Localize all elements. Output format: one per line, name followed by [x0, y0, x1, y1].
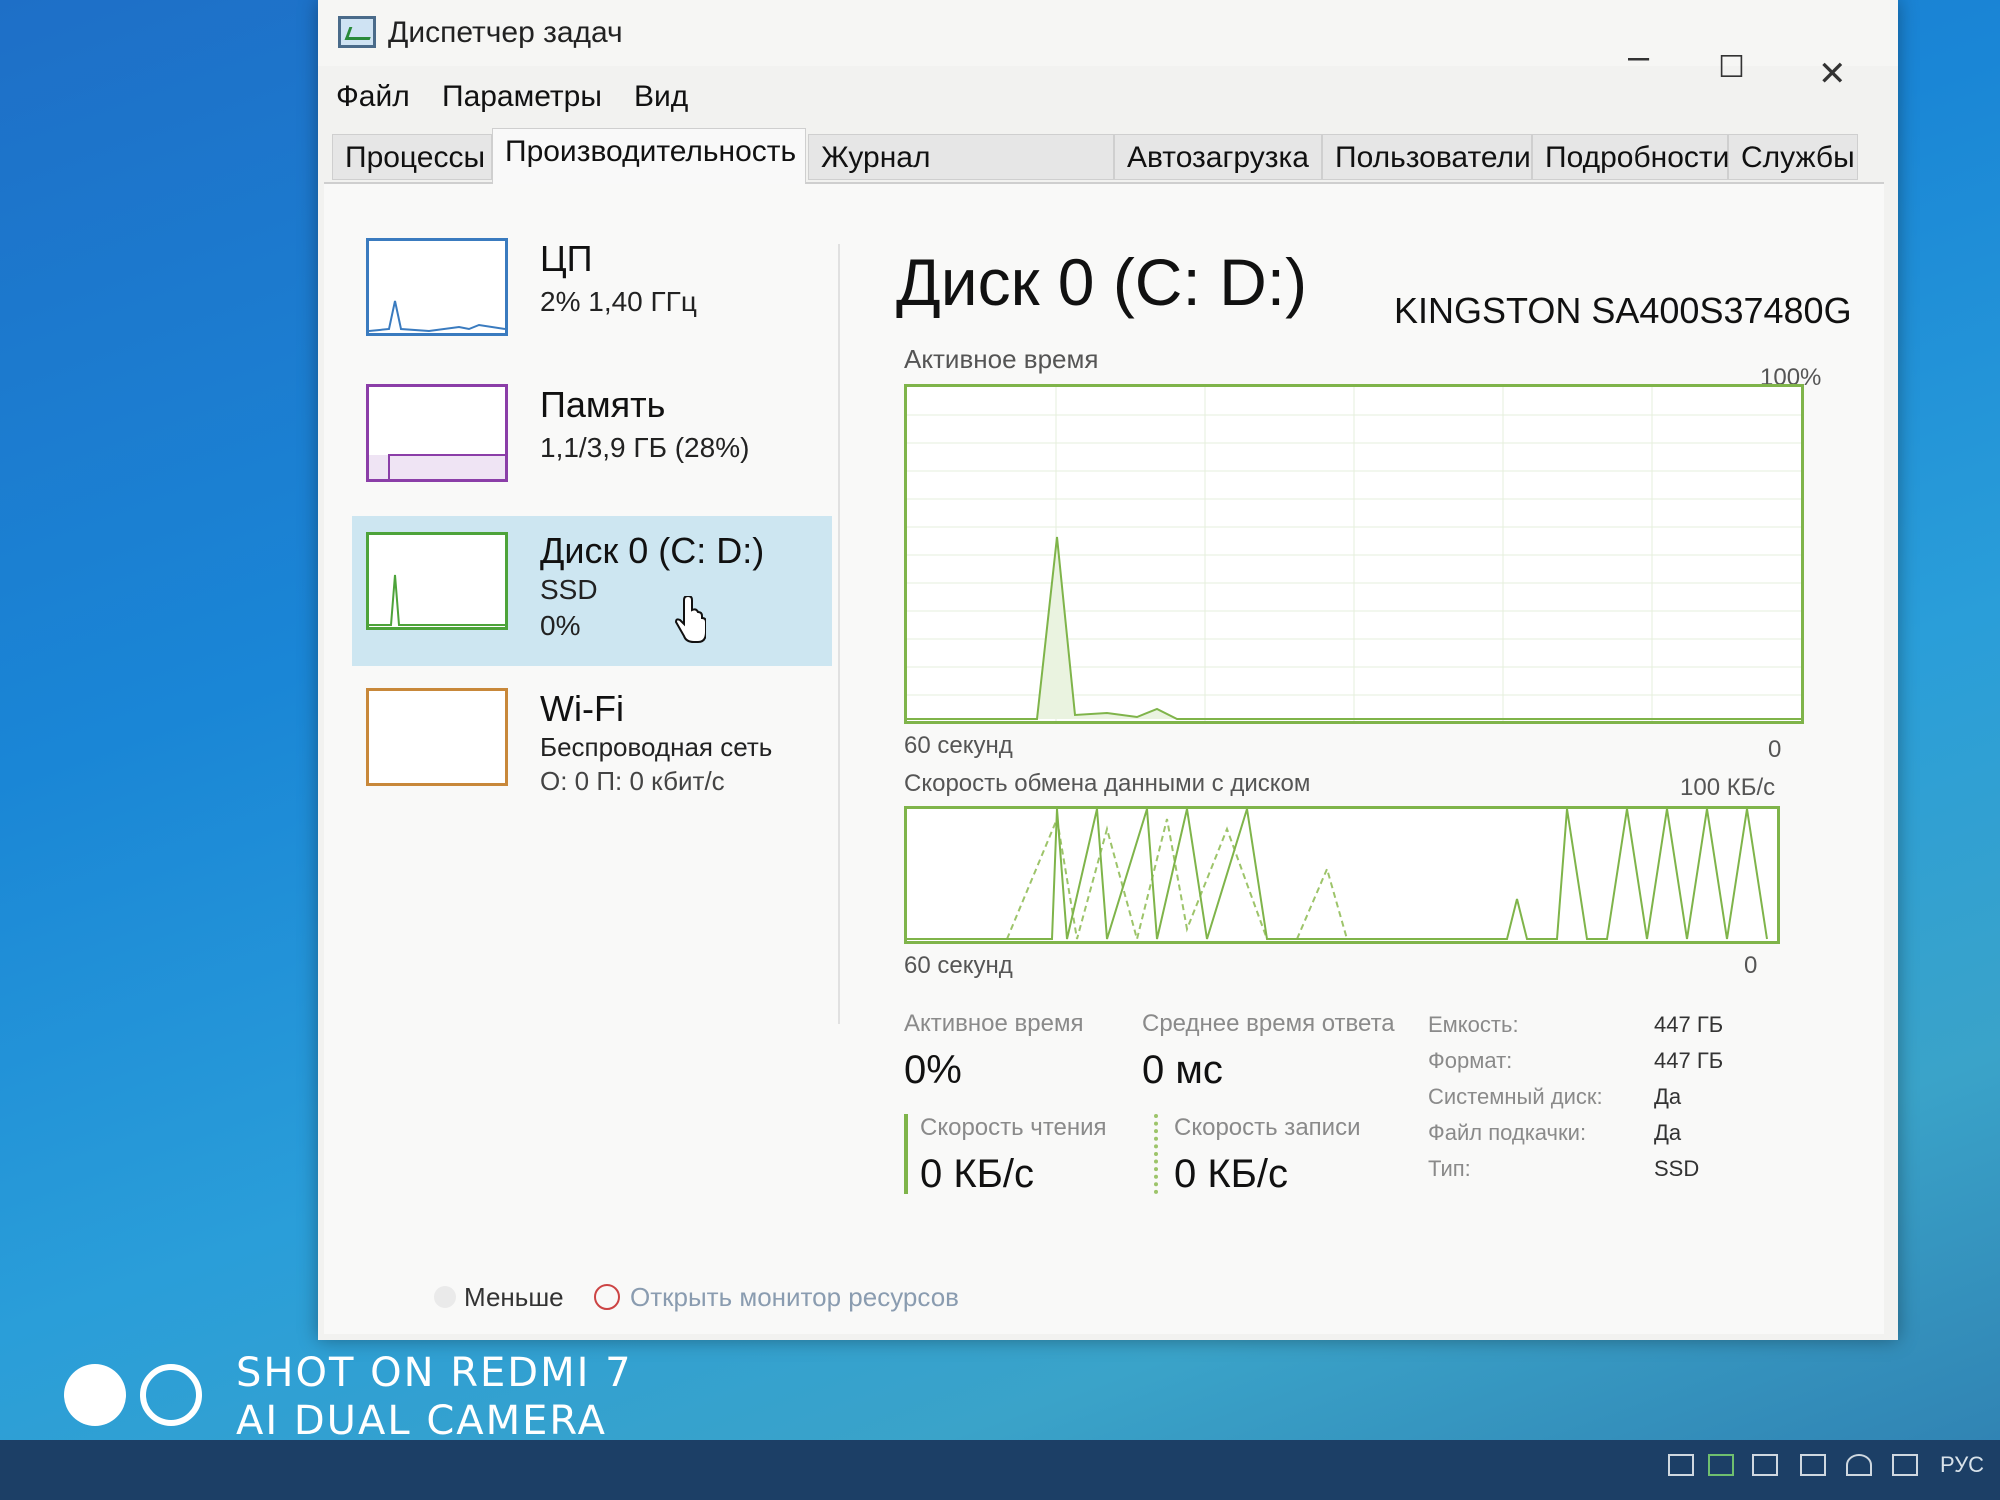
write-speed-marker: [1154, 1114, 1158, 1194]
response-time-value: 0 мс: [1142, 1048, 1223, 1092]
graph1-x-right: 0: [1768, 736, 1782, 763]
tab-performance[interactable]: Производительность: [492, 128, 806, 184]
tray-app-icon[interactable]: [1668, 1454, 1694, 1476]
info-pagefile-value: Да: [1654, 1120, 1682, 1145]
watermark-line2: AI DUAL CAMERA: [236, 1398, 607, 1444]
tray-monitor-icon[interactable]: [1752, 1454, 1778, 1476]
wifi-thumbnail: [366, 688, 508, 786]
sidebar-type-wifi: Беспроводная сеть: [540, 732, 773, 762]
sidebar-label-disk0: Диск 0 (C: D:): [540, 530, 765, 571]
task-manager-window: Диспетчер задач – ☐ ✕ Файл Параметры Вид…: [318, 0, 1898, 1340]
sidebar-type-disk0: SSD: [540, 574, 598, 605]
active-time-label: Активное время: [904, 1010, 1084, 1037]
info-pagefile-label: Файл подкачки:: [1428, 1120, 1587, 1145]
tab-details[interactable]: Подробности: [1532, 134, 1729, 180]
watermark-line1: SHOT ON REDMI 7: [236, 1350, 633, 1396]
maximize-button[interactable]: ☐: [1718, 50, 1745, 85]
read-speed-label: Скорость чтения: [920, 1114, 1107, 1141]
transfer-rate-graph: [904, 806, 1780, 944]
resource-monitor-icon: [594, 1284, 620, 1310]
language-indicator[interactable]: РУС: [1940, 1452, 1984, 1478]
graph1-label: Активное время: [904, 344, 1099, 374]
sidebar-item-cpu[interactable]: ЦП 2% 1,40 ГГц: [352, 224, 832, 364]
info-format-value: 447 ГБ: [1654, 1048, 1724, 1073]
sidebar-value-memory: 1,1/3,9 ГБ (28%): [540, 432, 750, 463]
close-button[interactable]: ✕: [1818, 54, 1847, 94]
tray-task-manager-icon[interactable]: [1708, 1454, 1734, 1476]
task-manager-icon: [338, 16, 376, 48]
write-speed-label: Скорость записи: [1174, 1114, 1361, 1141]
tab-services[interactable]: Службы: [1728, 134, 1858, 180]
info-system-disk-value: Да: [1654, 1084, 1682, 1109]
menu-options[interactable]: Параметры: [442, 80, 602, 114]
sidebar-value-disk0: 0%: [540, 610, 581, 641]
open-resource-monitor-link[interactable]: Открыть монитор ресурсов: [630, 1282, 959, 1313]
graph2-label: Скорость обмена данными с диском: [904, 770, 1311, 797]
battery-icon[interactable]: [1800, 1454, 1826, 1476]
sidebar-divider: [838, 244, 840, 1024]
sidebar-label-cpu: ЦП: [540, 238, 593, 279]
info-type-value: SSD: [1654, 1156, 1700, 1181]
tab-app-history[interactable]: Журнал приложений: [808, 134, 1114, 220]
performance-content: ЦП 2% 1,40 ГГц Память 1,1/3,9 ГБ (28%) Д…: [324, 184, 1884, 1334]
minimize-button[interactable]: –: [1628, 36, 1649, 79]
sidebar-item-memory[interactable]: Память 1,1/3,9 ГБ (28%): [352, 370, 832, 510]
wifi-icon[interactable]: [1846, 1454, 1872, 1476]
tab-users[interactable]: Пользователи: [1322, 134, 1532, 180]
watermark-dot-filled: [64, 1364, 126, 1426]
active-time-value: 0%: [904, 1048, 962, 1092]
menu-view[interactable]: Вид: [634, 80, 688, 114]
tab-bar: Процессы Производительность Журнал прило…: [324, 128, 1884, 220]
chevron-up-icon: [434, 1286, 456, 1308]
graph2-x-left: 60 секунд: [904, 952, 1013, 979]
memory-thumbnail: [366, 384, 508, 482]
info-format-label: Формат:: [1428, 1048, 1513, 1073]
read-speed-marker: [904, 1114, 908, 1194]
graph2-max: 100 КБ/с: [1680, 774, 1776, 801]
tab-startup[interactable]: Автозагрузка: [1114, 134, 1322, 180]
info-system-disk-label: Системный диск:: [1428, 1084, 1603, 1109]
disk-model: KINGSTON SA400S37480G: [1394, 290, 1852, 331]
sidebar-value-cpu: 2% 1,40 ГГц: [540, 286, 697, 317]
window-title: Диспетчер задач: [388, 16, 623, 49]
taskbar: РУС: [0, 1440, 2000, 1500]
title-bar: Диспетчер задач – ☐ ✕: [318, 0, 1898, 93]
menu-file[interactable]: Файл: [336, 80, 410, 114]
read-speed-value: 0 КБ/с: [920, 1152, 1035, 1196]
active-time-graph: [904, 384, 1804, 724]
hand-cursor-icon: [674, 596, 706, 643]
info-capacity-label: Емкость:: [1428, 1012, 1519, 1037]
tab-processes[interactable]: Процессы: [332, 134, 492, 180]
fewer-details-link[interactable]: Меньше: [464, 1282, 564, 1313]
volume-icon[interactable]: [1892, 1454, 1918, 1476]
cpu-thumbnail: [366, 238, 508, 336]
write-speed-value: 0 КБ/с: [1174, 1152, 1289, 1196]
sidebar-value-wifi: О: 0 П: 0 кбит/с: [540, 766, 725, 796]
sidebar-label-wifi: Wi-Fi: [540, 688, 624, 729]
info-type-label: Тип:: [1428, 1156, 1471, 1181]
response-time-label: Среднее время ответа: [1142, 1010, 1395, 1037]
sidebar-label-memory: Память: [540, 384, 666, 425]
graph1-x-left: 60 секунд: [904, 732, 1013, 759]
info-capacity-value: 447 ГБ: [1654, 1012, 1724, 1037]
sidebar-item-wifi[interactable]: Wi-Fi Беспроводная сеть О: 0 П: 0 кбит/с: [352, 674, 832, 814]
disk-title: Диск 0 (C: D:): [896, 245, 1308, 319]
sidebar-item-disk0[interactable]: Диск 0 (C: D:) SSD 0%: [352, 516, 832, 666]
graph2-x-right: 0: [1744, 952, 1758, 979]
disk-thumbnail: [366, 532, 508, 630]
watermark-dot-ring: [140, 1364, 202, 1426]
